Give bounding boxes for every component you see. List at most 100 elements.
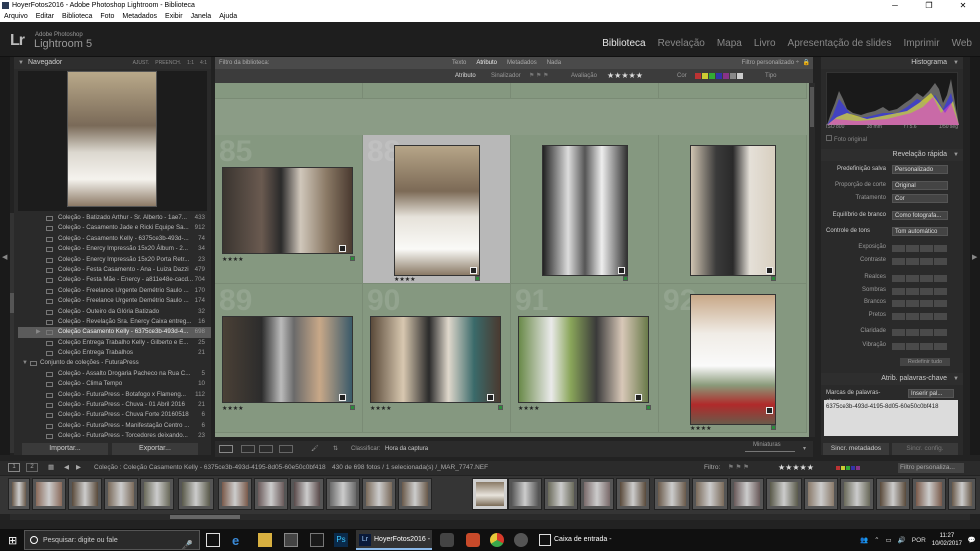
tone-step-button[interactable]: [906, 343, 919, 350]
photoshop-icon[interactable]: Ps: [334, 533, 348, 547]
filter-tab-texto[interactable]: Texto: [452, 57, 466, 69]
loupe-view-icon[interactable]: [241, 445, 255, 453]
filmstrip-thumb[interactable]: [948, 478, 976, 510]
menu-exibir[interactable]: Exibir: [165, 11, 183, 22]
menu-biblioteca[interactable]: Biblioteca: [62, 11, 92, 22]
scroll-thumb[interactable]: [170, 515, 240, 519]
zoom-fill[interactable]: PREENCH.: [155, 57, 181, 69]
filmstrip-thumb[interactable]: [840, 478, 874, 510]
triangle-down-icon[interactable]: ▼: [953, 149, 959, 161]
module-livro[interactable]: Livro: [754, 38, 776, 49]
store-icon[interactable]: [284, 533, 298, 547]
photo-thumbnail[interactable]: [690, 145, 776, 276]
export-button[interactable]: Exportar...: [112, 443, 198, 455]
menu-ajuda[interactable]: Ajuda: [219, 11, 237, 22]
crop-select[interactable]: Original: [892, 181, 948, 190]
collection-row[interactable]: Coleção - Outeiro da Glória Batizado 32: [18, 307, 211, 317]
keywording-header[interactable]: Atrib. palavras-chave ▼: [821, 373, 963, 385]
filmstrip-thumb[interactable]: [68, 478, 102, 510]
grid-cell[interactable]: ★★★★: [511, 83, 659, 99]
tone-step-button[interactable]: [934, 258, 947, 265]
maximize-button[interactable]: ❐: [912, 0, 946, 11]
triangle-right-icon[interactable]: ▶: [36, 327, 41, 337]
triangle-down-icon[interactable]: ▼: [953, 373, 959, 385]
treatment-select[interactable]: Cor: [892, 194, 948, 203]
network-icon[interactable]: ▭: [886, 536, 892, 544]
auto-tone-button[interactable]: Tom automático: [892, 227, 948, 236]
tone-step-button[interactable]: [934, 275, 947, 282]
green-swatch[interactable]: [846, 466, 850, 470]
filmstrip-thumb-selected[interactable]: [472, 478, 508, 510]
zoom-1-1[interactable]: 1:1: [187, 57, 194, 69]
menu-metadados[interactable]: Metadados: [122, 11, 157, 22]
photo-thumbnail[interactable]: [690, 294, 776, 425]
filmstrip-thumb[interactable]: [580, 478, 614, 510]
chevron-up-icon[interactable]: ⌃: [874, 536, 879, 544]
zoom-4-1[interactable]: 4:1: [200, 57, 207, 69]
menu-janela[interactable]: Janela: [191, 11, 212, 22]
collection-row[interactable]: Coleção - FuturaPress - Torcedores deixa…: [18, 431, 211, 441]
red-swatch[interactable]: [695, 73, 701, 79]
thumbnail-size-slider[interactable]: [745, 451, 795, 452]
file-explorer-icon[interactable]: [258, 533, 272, 547]
tone-step-button[interactable]: [920, 275, 933, 282]
page-1-button[interactable]: 1: [8, 463, 20, 472]
survey-view-icon[interactable]: [279, 445, 293, 453]
flag-filter-icon[interactable]: ⚑ ⚑ ⚑: [529, 69, 548, 83]
grid-cell[interactable]: 89 ★★★★: [215, 284, 363, 433]
taskbar-search[interactable]: Pesquisar: digite ou fale 🎤: [24, 530, 200, 550]
filmstrip-thumb[interactable]: [326, 478, 360, 510]
saved-preset-select[interactable]: Personalizado: [892, 165, 948, 174]
filmstrip-thumb[interactable]: [8, 478, 30, 510]
module-revelacao[interactable]: Revelação: [658, 38, 705, 49]
filter-color-swatches[interactable]: [836, 466, 860, 470]
red-swatch[interactable]: [836, 466, 840, 470]
sync-metadata-button[interactable]: Sincr. metadados: [823, 443, 889, 455]
filmstrip-source[interactable]: Coleção : Coleção Casamento Kelly - 6375…: [94, 461, 326, 475]
filmstrip-thumb[interactable]: [140, 478, 174, 510]
grid-cell[interactable]: ★★★★: [363, 83, 511, 99]
collection-row[interactable]: ▶ Coleção Casamento Kelly - 6375ce3b-493d…: [18, 327, 211, 338]
tone-step-button[interactable]: [906, 300, 919, 307]
scroll-thumb[interactable]: [810, 87, 814, 127]
collapse-left-icon[interactable]: ◀: [2, 253, 7, 261]
collection-row[interactable]: Coleção - Freelance Urgente Demétrio Sau…: [18, 296, 211, 306]
tone-step-button[interactable]: [892, 343, 905, 350]
grid-cell[interactable]: [659, 135, 807, 284]
collection-row[interactable]: Coleção Entrega Trabalho Kelly - Gilbert…: [18, 338, 211, 348]
tone-step-button[interactable]: [892, 300, 905, 307]
module-apresentacao[interactable]: Apresentação de slides: [788, 38, 892, 49]
taskbar-lightroom[interactable]: Lr HoyerFotos2016 - ...: [356, 530, 432, 550]
filmstrip-thumb[interactable]: [32, 478, 66, 510]
grid-cell[interactable]: 91 ★★★★: [511, 284, 659, 433]
left-edge[interactable]: ◀: [0, 57, 10, 455]
histogram-header[interactable]: Histograma ▼: [821, 57, 963, 69]
tone-step-button[interactable]: [906, 258, 919, 265]
collection-row[interactable]: Coleção - Revelação Sra. Enercy Caixa en…: [18, 317, 211, 327]
tone-step-button[interactable]: [892, 245, 905, 252]
filmstrip-thumb[interactable]: [766, 478, 802, 510]
page-2-button[interactable]: 2: [26, 463, 38, 472]
grid-cell[interactable]: ★★★★: [215, 83, 363, 99]
photo-thumbnail[interactable]: [222, 167, 353, 254]
photo-thumbnail[interactable]: [394, 145, 480, 276]
reset-all-button[interactable]: Redefinir tudo: [900, 358, 950, 366]
tone-step-button[interactable]: [934, 343, 947, 350]
triangle-down-icon[interactable]: ▼: [22, 358, 28, 368]
module-imprimir[interactable]: Imprimir: [904, 38, 940, 49]
tone-step-button[interactable]: [934, 245, 947, 252]
tone-step-button[interactable]: [906, 288, 919, 295]
grid-cell[interactable]: 85 ★★★★: [215, 135, 363, 284]
custom-swatch[interactable]: [730, 73, 736, 79]
filmstrip-thumb[interactable]: [544, 478, 578, 510]
collection-row[interactable]: Coleção - Casamento Jade e Ricki Equipe …: [18, 223, 211, 233]
color-label-swatches[interactable]: [695, 73, 743, 79]
collection-row[interactable]: Coleção - Assalto Drogaria Pacheco na Ru…: [18, 369, 211, 379]
tone-step-button[interactable]: [920, 245, 933, 252]
filmstrip-thumb[interactable]: [254, 478, 288, 510]
tone-step-button[interactable]: [920, 343, 933, 350]
histogram[interactable]: [826, 72, 959, 125]
filmstrip-thumb[interactable]: [178, 478, 214, 510]
triangle-down-icon[interactable]: ▼: [18, 57, 24, 69]
app-icon[interactable]: [310, 533, 324, 547]
